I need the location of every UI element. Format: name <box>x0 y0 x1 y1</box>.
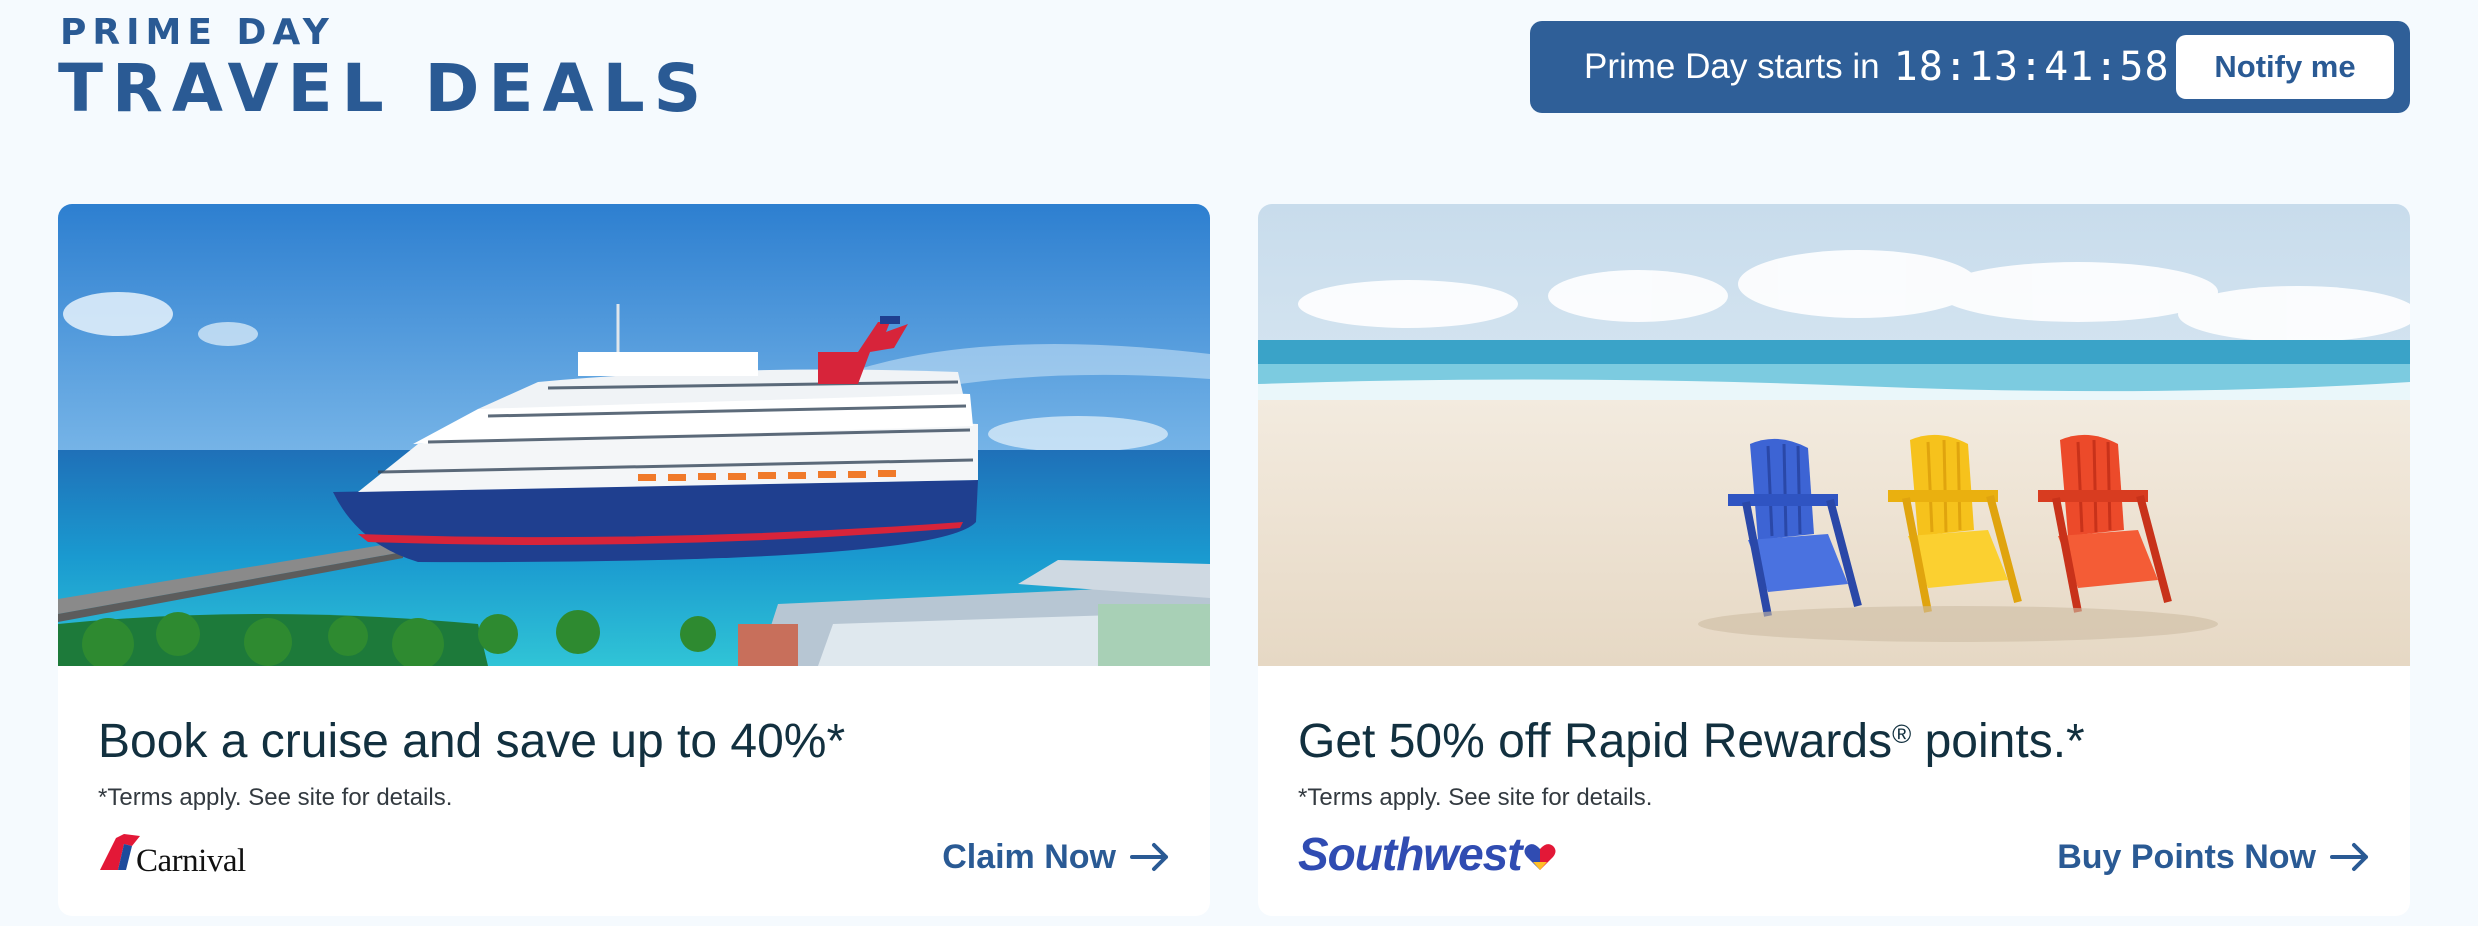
card-title: Get 50% off Rapid Rewards® points.* <box>1298 714 2085 769</box>
arrow-right-icon <box>2330 841 2370 873</box>
carnival-logo: Carnival <box>98 824 246 884</box>
card-title-main: Get 50% off Rapid Rewards <box>1298 715 1893 768</box>
card-title-end: points.* <box>1911 715 2085 768</box>
southwest-logo-text: Southwest <box>1298 828 1523 880</box>
card-terms: *Terms apply. See site for details. <box>1298 784 1653 811</box>
cta-label: Claim Now <box>942 837 1116 876</box>
registered-mark: ® <box>1892 719 1912 749</box>
southwest-heart-logo-icon <box>1524 843 1556 876</box>
beach-chairs-image <box>1258 204 2410 666</box>
header-kicker: PRIME DAY <box>60 12 335 53</box>
countdown-label: Prime Day starts in <box>1584 47 1880 86</box>
southwest-logo: Southwest <box>1298 824 1556 884</box>
countdown-banner: Prime Day starts in 18:13:41:58 Notify m… <box>1530 21 2410 113</box>
countdown-timer: 18:13:41:58 <box>1893 44 2170 90</box>
deal-card-southwest[interactable]: Get 50% off Rapid Rewards® points.* *Ter… <box>1258 204 2410 916</box>
notify-me-button[interactable]: Notify me <box>2176 35 2394 99</box>
deal-card-carnival[interactable]: Book a cruise and save up to 40%* *Terms… <box>58 204 1210 916</box>
cruise-ship-image <box>58 204 1210 666</box>
cta-label: Buy Points Now <box>2057 837 2316 876</box>
page-title: TRAVEL DEALS <box>58 50 711 127</box>
buy-points-now-link[interactable]: Buy Points Now <box>2057 832 2370 882</box>
claim-now-link[interactable]: Claim Now <box>942 832 1170 882</box>
card-terms: *Terms apply. See site for details. <box>98 784 453 811</box>
carnival-logo-text: Carnival <box>136 842 246 879</box>
arrow-right-icon <box>1130 841 1170 873</box>
card-title: Book a cruise and save up to 40%* <box>98 715 846 768</box>
